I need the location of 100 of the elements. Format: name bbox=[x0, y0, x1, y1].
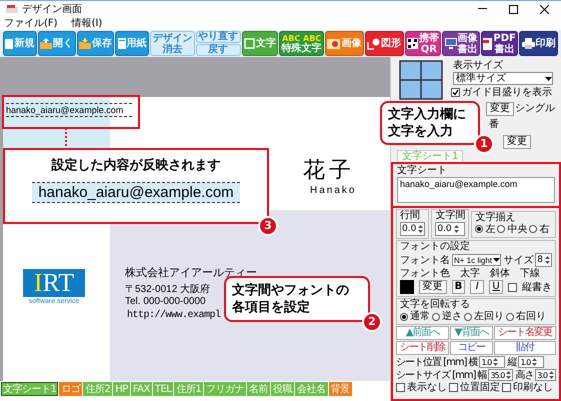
action-button[interactable]: ▲前面へ bbox=[396, 326, 450, 340]
frame-icon bbox=[244, 38, 255, 49]
radio-button[interactable] bbox=[475, 225, 484, 233]
toolbar-button[interactable]: 用紙 bbox=[115, 31, 149, 56]
action-button[interactable]: ▼背面へ bbox=[450, 326, 493, 340]
sheet-tab[interactable]: ロゴ bbox=[59, 382, 82, 396]
redo-button[interactable]: やり直す bbox=[196, 31, 240, 43]
monitor-icon bbox=[444, 38, 457, 49]
checkbox-label: 縦書き bbox=[522, 282, 552, 292]
color-swatch[interactable] bbox=[400, 280, 414, 294]
folder-icon bbox=[78, 38, 91, 49]
text-sheet-label: 文字シート bbox=[397, 165, 447, 176]
action-button[interactable]: シート削除 bbox=[396, 341, 450, 355]
checkbox[interactable] bbox=[451, 88, 460, 97]
font-size-label: サイズ bbox=[503, 254, 534, 266]
sheet-tab[interactable]: 住所1 bbox=[174, 382, 204, 396]
url-text: http://www.exampl bbox=[127, 310, 221, 321]
checkbox[interactable] bbox=[502, 383, 511, 392]
font-name-label: フォント名 bbox=[400, 254, 450, 266]
text-input-field[interactable]: hanako_aiaru@example.com bbox=[397, 177, 555, 203]
checkbox-label: 印刷なし bbox=[513, 382, 553, 393]
checkbox-label: 表示なし bbox=[407, 382, 447, 393]
change-button[interactable]: 変更 bbox=[486, 102, 514, 116]
maximize-icon[interactable] bbox=[509, 4, 518, 14]
document-icon bbox=[5, 38, 14, 49]
toolbar-button[interactable]: PDF 書出 bbox=[481, 31, 518, 56]
toolbar-button[interactable]: 文字 bbox=[242, 31, 278, 56]
bold-button[interactable]: B bbox=[452, 280, 466, 294]
sheet-tab[interactable]: 背景 bbox=[328, 382, 352, 396]
sheet-tab[interactable]: 住所2 bbox=[83, 382, 112, 396]
action-button[interactable]: コピー bbox=[450, 341, 493, 355]
callout-title: 設定した内容が反映されます bbox=[52, 156, 220, 174]
layout-grid-icon[interactable] bbox=[399, 60, 443, 100]
y-label: 縦 bbox=[507, 356, 516, 368]
toolbar-button[interactable]: デザイン 消去 bbox=[150, 31, 195, 56]
menu-item[interactable]: 情報(I) bbox=[72, 18, 102, 30]
position-label: シート位置 [mm] bbox=[396, 356, 466, 368]
address-text: 〒532-0012 大阪府 bbox=[125, 282, 210, 296]
x-label: 横 bbox=[468, 356, 478, 368]
size-label: シートサイズ [mm] bbox=[396, 370, 476, 380]
number-field[interactable]: 0.0 bbox=[435, 222, 466, 236]
number-field[interactable]: 1.0 bbox=[518, 356, 544, 368]
radio-button[interactable] bbox=[506, 312, 514, 320]
menu-item[interactable]: ファイル(F) bbox=[4, 18, 58, 30]
radio-button[interactable] bbox=[464, 312, 472, 320]
toolbar-button[interactable]: ABC ABC 特殊文字 bbox=[279, 31, 324, 56]
toolbar-button[interactable]: 画像 bbox=[325, 31, 364, 56]
radio-label: 逆さ bbox=[442, 311, 462, 322]
change-button[interactable]: 変更 bbox=[503, 135, 531, 149]
checkbox[interactable] bbox=[449, 383, 458, 392]
underline-button[interactable]: U bbox=[489, 280, 503, 294]
display-size-dropdown[interactable]: 標準サイズ bbox=[453, 72, 553, 85]
italic-button[interactable]: I bbox=[470, 280, 484, 294]
radio-label: 左 bbox=[485, 224, 496, 234]
number-field[interactable]: 35.0 bbox=[488, 369, 514, 381]
toolbar-button[interactable]: 図形 bbox=[364, 31, 404, 56]
toolbar-button[interactable]: 新規 bbox=[3, 31, 37, 56]
action-button[interactable]: シート名変更 bbox=[494, 326, 556, 340]
sheet-tab[interactable]: 役職 bbox=[271, 382, 294, 396]
radio-button[interactable] bbox=[497, 225, 506, 233]
undo-button[interactable]: 戻す bbox=[196, 44, 240, 56]
sheet-tab[interactable]: 文字シート1 bbox=[1, 382, 58, 396]
radio-button[interactable] bbox=[400, 312, 408, 320]
underline-label: 下線 bbox=[520, 268, 540, 279]
close-icon[interactable] bbox=[540, 4, 549, 14]
toolbar-button[interactable]: 保存 bbox=[76, 31, 114, 56]
sheet-tab[interactable]: HP bbox=[113, 382, 130, 396]
minimize-icon[interactable] bbox=[478, 8, 487, 10]
spin-arrows-icon bbox=[548, 370, 556, 380]
toolbar-button[interactable]: 携帯 QR bbox=[404, 31, 442, 56]
sheet-tab[interactable]: FAX bbox=[130, 382, 152, 396]
sheet-tab[interactable]: 名前 bbox=[247, 382, 270, 396]
toolbar-button[interactable]: 印刷 bbox=[519, 31, 558, 56]
email-text[interactable]: hanako_aiaru@example.com bbox=[6, 103, 132, 117]
toolbar-button[interactable]: 画像 書出 bbox=[442, 31, 480, 56]
radio-label: 中央 bbox=[507, 224, 528, 234]
checkbox[interactable] bbox=[396, 383, 405, 392]
phone-text: Tel. 000-000-0000 bbox=[125, 296, 206, 307]
sheet-tab[interactable]: TEL bbox=[152, 382, 174, 396]
radio-label: 右回り bbox=[516, 311, 546, 322]
number-field[interactable]: 0.0 bbox=[400, 222, 426, 236]
number-field[interactable]: 1.0 bbox=[479, 356, 506, 368]
checkbox[interactable] bbox=[508, 282, 517, 292]
font-dropdown[interactable]: N+ 1c light bbox=[452, 254, 502, 266]
sheet-tab[interactable]: フリガナ bbox=[204, 382, 246, 396]
font-settings-label: フォントの設定 bbox=[400, 241, 471, 252]
spin-arrows-icon bbox=[492, 357, 500, 367]
number-field[interactable]: 3.0 bbox=[535, 369, 556, 381]
email-preview: hanako_aiaru@example.com bbox=[32, 182, 240, 203]
radio-button[interactable] bbox=[432, 312, 440, 320]
number-field[interactable]: 8 bbox=[535, 253, 552, 267]
callout: 文字入力欄に 文字を入力 bbox=[380, 101, 480, 145]
change-button[interactable]: 変更 bbox=[418, 280, 447, 294]
sheet-tab[interactable]: 会社名 bbox=[295, 382, 328, 396]
toolbar-button[interactable]: 開く bbox=[38, 31, 76, 56]
action-button[interactable]: 貼付 bbox=[494, 341, 556, 355]
display-size-label: 表示サイズ bbox=[453, 60, 503, 71]
spin-arrows-icon bbox=[531, 357, 538, 367]
spin-arrows-icon bbox=[505, 370, 512, 380]
radio-button[interactable] bbox=[529, 225, 538, 233]
